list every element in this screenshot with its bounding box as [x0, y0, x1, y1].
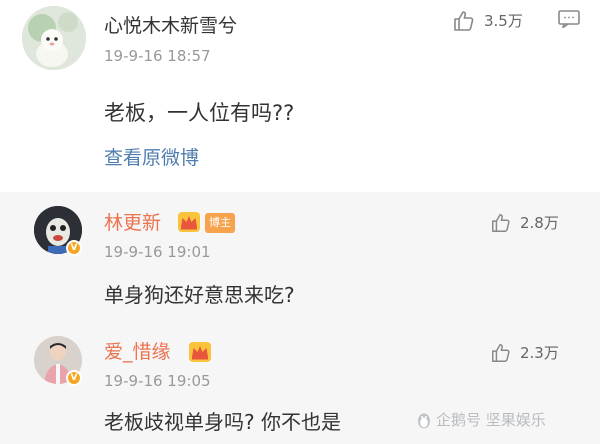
verified-v-icon: V	[66, 370, 82, 386]
like-count: 2.8万	[520, 213, 559, 232]
reply-content: 老板歧视单身吗? 你不也是	[104, 410, 341, 434]
crown-icon	[178, 212, 200, 232]
username[interactable]: 爱_惜缘	[104, 343, 171, 362]
blogger-badge: 博主	[205, 213, 235, 233]
timestamp: 19-9-16 19:05	[104, 372, 211, 390]
like-button[interactable]: 2.3万	[490, 342, 559, 364]
like-button[interactable]: 3.5万	[452, 9, 523, 33]
penguin-icon	[418, 413, 430, 429]
watermark: 企鹅号 坚果娱乐	[416, 411, 546, 429]
timestamp: 19-9-16 19:01	[104, 243, 211, 261]
thumbs-up-icon	[492, 214, 510, 232]
comment-icon[interactable]	[558, 10, 580, 28]
thumbs-up-icon	[492, 344, 510, 362]
crown-icon	[189, 342, 211, 362]
like-count: 2.3万	[520, 343, 559, 362]
avatar[interactable]	[22, 6, 86, 70]
like-count: 3.5万	[484, 11, 523, 30]
verified-v-icon: V	[66, 240, 82, 256]
username[interactable]: 心悦木木新雪兮	[104, 17, 237, 36]
reply-content: 单身狗还好意思来吃?	[104, 283, 295, 307]
like-button[interactable]: 2.8万	[490, 212, 559, 234]
top-post: 心悦木木新雪兮 19-9-16 18:57 3.5万 老板，一人位有吗?? 查看…	[0, 0, 600, 192]
watermark-text: 企鹅号 坚果娱乐	[436, 410, 546, 429]
username[interactable]: 林更新	[104, 214, 161, 233]
view-original-link[interactable]: 查看原微博	[104, 149, 199, 168]
timestamp: 19-9-16 18:57	[104, 47, 211, 65]
post-content: 老板，一人位有吗??	[104, 101, 295, 125]
thumbs-up-icon	[454, 11, 474, 31]
